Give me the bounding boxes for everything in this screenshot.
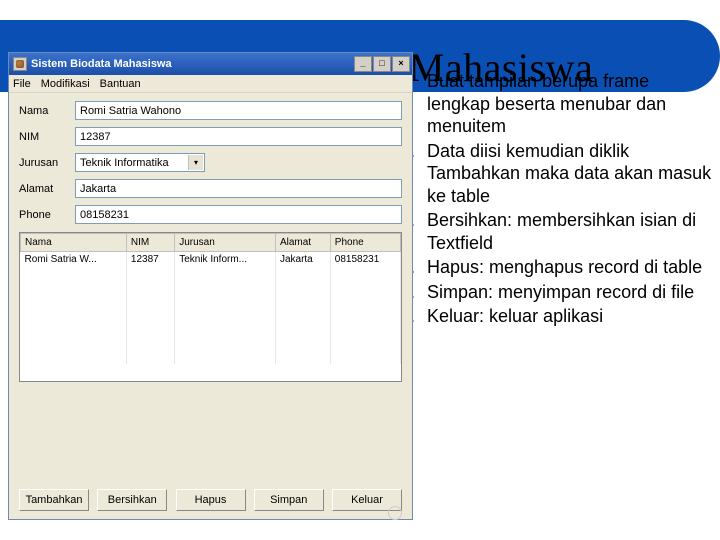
form: Nama NIM Jurusan Teknik Informatika ▾ Al… xyxy=(9,93,412,228)
simpan-button[interactable]: Simpan xyxy=(254,489,324,511)
menu-bantuan[interactable]: Bantuan xyxy=(100,78,141,90)
maximize-button[interactable]: □ xyxy=(373,56,391,72)
menu-modifikasi[interactable]: Modifikasi xyxy=(41,78,90,90)
data-table[interactable]: Nama NIM Jurusan Alamat Phone Romi Satri… xyxy=(19,232,402,382)
chevron-down-icon: ▾ xyxy=(188,155,203,170)
table-row[interactable] xyxy=(21,284,401,300)
jurusan-combo[interactable]: Teknik Informatika ▾ xyxy=(75,153,205,172)
decorative-circle xyxy=(388,506,402,520)
app-icon xyxy=(13,57,27,71)
table-row[interactable]: Romi Satria W... 12387 Teknik Inform... … xyxy=(21,252,401,268)
nim-input[interactable] xyxy=(75,127,402,146)
hapus-button[interactable]: Hapus xyxy=(176,489,246,511)
app-window: Sistem Biodata Mahasiswa _ □ × File Modi… xyxy=(8,52,413,520)
menubar: File Modifikasi Bantuan xyxy=(9,75,412,93)
instruction-item: 3. Bersihkan: membersihkan isian di Text… xyxy=(395,209,715,254)
col-nama[interactable]: Nama xyxy=(21,234,127,252)
table-row[interactable] xyxy=(21,348,401,364)
table-row[interactable] xyxy=(21,316,401,332)
nim-label: NIM xyxy=(19,131,75,143)
instruction-item: 4. Hapus: menghapus record di table xyxy=(395,256,715,279)
phone-input[interactable] xyxy=(75,205,402,224)
menu-file[interactable]: File xyxy=(13,78,31,90)
tambahkan-button[interactable]: Tambahkan xyxy=(19,489,89,511)
jurusan-value: Teknik Informatika xyxy=(80,157,200,169)
bersihkan-button[interactable]: Bersihkan xyxy=(97,489,167,511)
instruction-list: 1. Buat tampilan berupa frame lengkap be… xyxy=(395,70,715,330)
instruction-item: 6. Keluar: keluar aplikasi xyxy=(395,305,715,328)
col-phone[interactable]: Phone xyxy=(330,234,400,252)
instruction-item: 2. Data diisi kemudian diklik Tambahkan … xyxy=(395,140,715,208)
alamat-input[interactable] xyxy=(75,179,402,198)
instruction-item: 5. Simpan: menyimpan record di file xyxy=(395,281,715,304)
col-nim[interactable]: NIM xyxy=(126,234,174,252)
table-row[interactable] xyxy=(21,332,401,348)
alamat-label: Alamat xyxy=(19,183,75,195)
col-jurusan[interactable]: Jurusan xyxy=(175,234,276,252)
instruction-item: 1. Buat tampilan berupa frame lengkap be… xyxy=(395,70,715,138)
jurusan-label: Jurusan xyxy=(19,157,75,169)
close-button[interactable]: × xyxy=(392,56,410,72)
nama-label: Nama xyxy=(19,105,75,117)
table-row[interactable] xyxy=(21,300,401,316)
titlebar: Sistem Biodata Mahasiswa _ □ × xyxy=(9,53,412,75)
col-alamat[interactable]: Alamat xyxy=(275,234,330,252)
button-row: Tambahkan Bersihkan Hapus Simpan Keluar xyxy=(9,483,412,519)
table-row[interactable] xyxy=(21,268,401,284)
minimize-button[interactable]: _ xyxy=(354,56,372,72)
table-header-row: Nama NIM Jurusan Alamat Phone xyxy=(21,234,401,252)
nama-input[interactable] xyxy=(75,101,402,120)
window-title: Sistem Biodata Mahasiswa xyxy=(31,58,354,70)
phone-label: Phone xyxy=(19,209,75,221)
